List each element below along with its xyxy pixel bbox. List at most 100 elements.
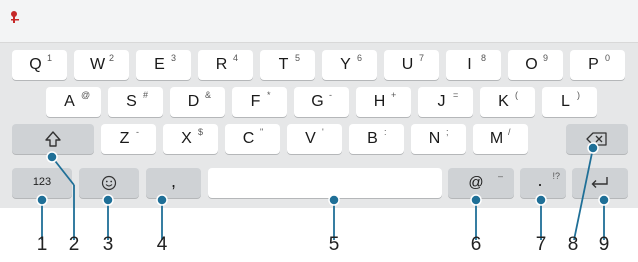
key-i-secondary: 8 — [481, 53, 487, 63]
key-k-secondary: ( — [515, 90, 518, 100]
key-f[interactable]: F * — [232, 87, 287, 117]
comma-key[interactable]: , — [146, 168, 201, 198]
key-q-secondary: 1 — [47, 53, 53, 63]
key-g-label: G — [311, 93, 324, 110]
at-key-sup: – — [497, 171, 503, 181]
key-j-secondary: = — [453, 90, 459, 100]
key-i[interactable]: I8 — [446, 50, 501, 80]
key-h-secondary: + — [391, 90, 397, 100]
key-k-label: K — [498, 93, 509, 110]
key-e[interactable]: E3 — [136, 50, 191, 80]
key-e-secondary: 3 — [171, 53, 177, 63]
numbers-key-label: 123 — [32, 176, 52, 188]
callout-number-5: 5 — [328, 234, 340, 255]
key-a-secondary: @ — [81, 90, 91, 100]
key-m[interactable]: M / — [473, 124, 528, 154]
key-z-secondary: - — [136, 127, 139, 137]
period-key-sup: !? — [552, 171, 560, 181]
key-w-secondary: 2 — [109, 53, 115, 63]
key-x[interactable]: X $ — [163, 124, 218, 154]
key-a-label: A — [64, 93, 75, 110]
backspace-icon — [586, 132, 607, 146]
key-a[interactable]: A @ — [46, 87, 101, 117]
numbers-key[interactable]: 123 — [12, 168, 72, 198]
key-m-label: M — [489, 130, 504, 147]
enter-icon — [591, 177, 608, 188]
keyboard: Q1W2E3R4T5Y6U7I8O9P0 A @ S # D & F * G - H + J = K(L) … — [0, 43, 638, 208]
key-u-label: U — [401, 56, 414, 73]
comma-key-label: , — [170, 171, 176, 191]
key-j-label: J — [437, 93, 446, 110]
key-x-label: X — [181, 130, 192, 147]
key-c-secondary: " — [260, 127, 264, 137]
key-e-label: E — [154, 56, 165, 73]
key-h[interactable]: H + — [356, 87, 411, 117]
key-j[interactable]: J = — [418, 87, 473, 117]
key-o-secondary: 9 — [543, 53, 549, 63]
key-v[interactable]: V ' — [287, 124, 342, 154]
key-d-label: D — [187, 93, 200, 110]
callout-number-3: 3 — [102, 234, 114, 255]
key-g-secondary: - — [329, 90, 332, 100]
key-y-secondary: 6 — [357, 53, 363, 63]
key-k[interactable]: K( — [480, 87, 535, 117]
suggestion-bar — [0, 0, 638, 43]
key-x-secondary: $ — [198, 127, 204, 137]
callout-number-9: 9 — [598, 234, 610, 255]
key-f-secondary: * — [267, 90, 271, 100]
key-q[interactable]: Q1 — [12, 50, 67, 80]
backspace-key[interactable] — [566, 124, 628, 154]
key-s-secondary: # — [143, 90, 149, 100]
spacebar[interactable] — [208, 168, 442, 198]
key-l-secondary: ) — [577, 90, 580, 100]
key-p-label: P — [588, 56, 599, 73]
key-n-label: N — [428, 130, 441, 147]
period-key[interactable]: . !? — [520, 168, 566, 198]
key-o[interactable]: O9 — [508, 50, 563, 80]
key-s[interactable]: S # — [108, 87, 163, 117]
key-z[interactable]: Z- — [101, 124, 156, 154]
key-v-secondary: ' — [322, 127, 324, 137]
key-s-label: S — [126, 93, 137, 110]
key-c-label: C — [242, 130, 255, 147]
callout-number-4: 4 — [156, 234, 168, 255]
key-t-label: T — [278, 56, 289, 73]
key-c[interactable]: C " — [225, 124, 280, 154]
key-y[interactable]: Y6 — [322, 50, 377, 80]
key-n-secondary: ; — [446, 127, 449, 137]
key-d[interactable]: D & — [170, 87, 225, 117]
key-w[interactable]: W2 — [74, 50, 129, 80]
key-p[interactable]: P0 — [570, 50, 625, 80]
key-w-label: W — [89, 56, 106, 73]
key-l[interactable]: L) — [542, 87, 597, 117]
key-b[interactable]: B: — [349, 124, 404, 154]
key-p-secondary: 0 — [605, 53, 611, 63]
key-r-secondary: 4 — [233, 53, 239, 63]
key-i-label: I — [467, 56, 472, 73]
key-r-label: R — [215, 56, 228, 73]
key-y-label: Y — [340, 56, 351, 73]
key-z-label: Z — [119, 130, 130, 147]
key-g[interactable]: G- — [294, 87, 349, 117]
pin-icon — [11, 11, 19, 23]
emoji-key[interactable] — [79, 168, 139, 198]
key-n[interactable]: N; — [411, 124, 466, 154]
enter-key[interactable] — [572, 168, 628, 198]
key-m-secondary: / — [508, 127, 511, 137]
shift-key[interactable] — [12, 124, 94, 154]
callout-number-7: 7 — [535, 234, 547, 255]
key-u[interactable]: U7 — [384, 50, 439, 80]
key-b-secondary: : — [384, 127, 387, 137]
key-t[interactable]: T5 — [260, 50, 315, 80]
key-q-label: Q — [29, 56, 42, 73]
at-key[interactable]: @ – — [448, 168, 514, 198]
key-l-label: L — [561, 93, 570, 110]
callout-number-2: 2 — [68, 234, 80, 255]
key-d-secondary: & — [205, 90, 212, 100]
key-v-label: V — [305, 130, 316, 147]
key-b-label: B — [367, 130, 378, 147]
key-r[interactable]: R4 — [198, 50, 253, 80]
key-t-secondary: 5 — [295, 53, 301, 63]
key-u-secondary: 7 — [419, 53, 425, 63]
callout-number-1: 1 — [36, 234, 48, 255]
